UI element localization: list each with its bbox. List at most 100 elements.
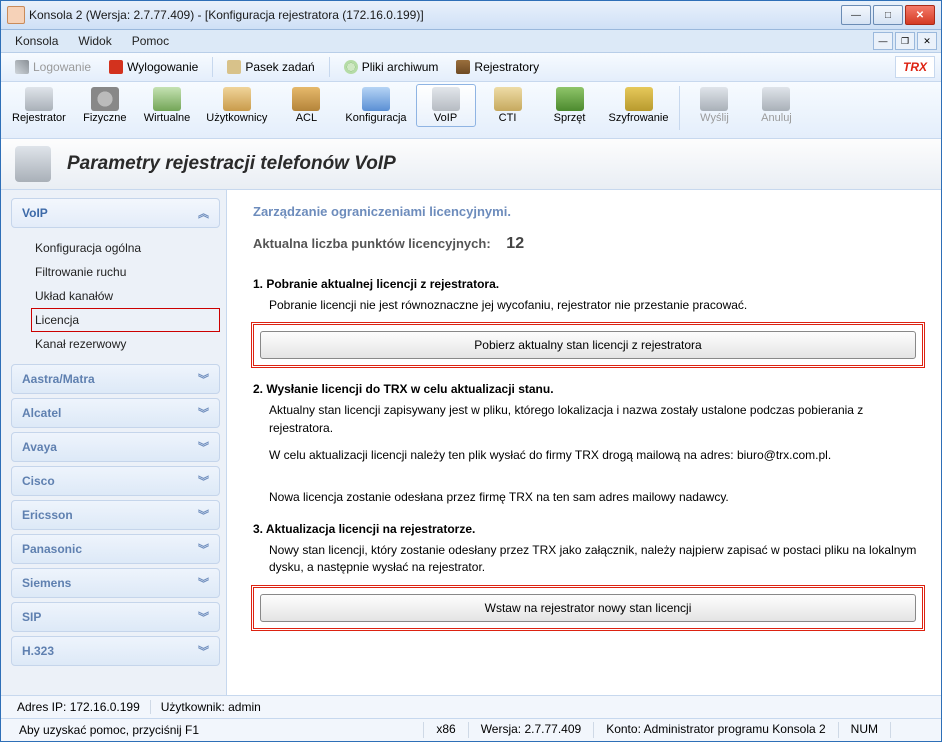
logout-button[interactable]: Wylogowanie <box>101 58 206 76</box>
acl-icon <box>292 87 320 111</box>
section-text: Nowa licencja zostanie odesłana przez fi… <box>269 489 923 506</box>
recorders-button[interactable]: Rejestratory <box>448 58 547 76</box>
content-subtitle: Zarządzanie ograniczeniami licencyjnymi. <box>253 204 923 219</box>
sidebar-item-uklad-kanalow[interactable]: Układ kanałów <box>31 284 220 308</box>
sidebar-group-voip[interactable]: VoIP ︽ <box>11 198 220 228</box>
recorder-icon <box>456 60 470 74</box>
separator <box>329 57 330 77</box>
recorders-label: Rejestratory <box>474 60 539 74</box>
sidebar-group-panasonic[interactable]: Panasonic︾ <box>11 534 220 564</box>
section-text: Nowy stan licencji, który zostanie odesł… <box>269 542 923 577</box>
toolbar-secondary: Rejestrator Fizyczne Wirtualne Użytkowni… <box>1 82 941 139</box>
tab-konfiguracja[interactable]: Konfiguracja <box>338 84 413 127</box>
sidebar-item-licencja[interactable]: Licencja <box>31 308 220 332</box>
status-bar: Aby uzyskać pomoc, przyciśnij F1 x86 Wer… <box>1 718 941 741</box>
title-bar: Konsola 2 (Wersja: 2.7.77.409) - [Konfig… <box>1 1 941 30</box>
sidebar-group-siemens[interactable]: Siemens︾ <box>11 568 220 598</box>
chevron-down-icon: ︾ <box>198 575 209 591</box>
tab-wirtualne[interactable]: Wirtualne <box>137 84 197 127</box>
sidebar-group-h323[interactable]: H.323︾ <box>11 636 220 666</box>
toolbar-primary: Logowanie Wylogowanie Pasek zadań Pliki … <box>1 53 941 82</box>
check-icon <box>700 87 728 111</box>
status-arch: x86 <box>424 722 467 738</box>
sidebar-group-aastra[interactable]: Aastra/Matra︾ <box>11 364 220 394</box>
chevron-down-icon: ︾ <box>198 439 209 455</box>
status-numlock: NUM <box>839 722 890 738</box>
section-title: 3. Aktualizacja licencji na rejestratorz… <box>253 522 923 536</box>
tab-fizyczne[interactable]: Fizyczne <box>75 84 135 127</box>
upload-license-button[interactable]: Wstaw na rejestrator nowy stan licencji <box>260 594 916 622</box>
status-resize-grip[interactable] <box>891 722 935 738</box>
sidebar-group-alcatel[interactable]: Alcatel︾ <box>11 398 220 428</box>
cd-icon <box>344 60 358 74</box>
window-title: Konsola 2 (Wersja: 2.7.77.409) - [Konfig… <box>29 8 841 22</box>
hardware-icon <box>556 87 584 111</box>
info-user: Użytkownik: admin <box>151 700 271 714</box>
separator <box>212 57 213 77</box>
sidebar-group-label: VoIP <box>22 206 48 220</box>
tab-cti[interactable]: CTI <box>478 84 538 127</box>
tab-sprzet[interactable]: Sprzęt <box>540 84 600 127</box>
chevron-down-icon: ︾ <box>198 507 209 523</box>
voip-icon <box>432 87 460 111</box>
chevron-up-icon: ︽ <box>198 205 209 221</box>
sidebar-item-konfiguracja-ogolna[interactable]: Konfiguracja ogólna <box>31 236 220 260</box>
sidebar: VoIP ︽ Konfiguracja ogólna Filtrowanie r… <box>1 190 227 695</box>
sidebar-item-kanal-rezerwowy[interactable]: Kanał rezerwowy <box>31 332 220 356</box>
tab-szyfrowanie[interactable]: Szyfrowanie <box>602 84 676 127</box>
license-count-label: Aktualna liczba punktów licencyjnych: <box>253 236 491 251</box>
users-icon <box>223 87 251 111</box>
page-title: Parametry rejestracji telefonów VoIP <box>67 153 396 175</box>
section-title: 2. Wysłanie licencji do TRX w celu aktua… <box>253 382 923 396</box>
key-icon <box>15 60 29 74</box>
menu-pomoc[interactable]: Pomoc <box>122 32 179 50</box>
chevron-down-icon: ︾ <box>198 405 209 421</box>
cancel-icon <box>762 87 790 111</box>
mdi-minimize-button[interactable]: — <box>873 32 893 50</box>
tab-rejestrator[interactable]: Rejestrator <box>5 84 73 127</box>
mdi-close-button[interactable]: ✕ <box>917 32 937 50</box>
cti-icon <box>494 87 522 111</box>
maximize-button[interactable]: □ <box>873 5 903 25</box>
close-button[interactable]: ✕ <box>905 5 935 25</box>
config-icon <box>362 87 390 111</box>
section-send-license: 2. Wysłanie licencji do TRX w celu aktua… <box>253 382 923 506</box>
info-bar: Adres IP: 172.16.0.199 Użytkownik: admin <box>1 695 941 718</box>
sidebar-group-avaya[interactable]: Avaya︾ <box>11 432 220 462</box>
mdi-restore-button[interactable]: ❐ <box>895 32 915 50</box>
sidebar-item-filtrowanie-ruchu[interactable]: Filtrowanie ruchu <box>31 260 220 284</box>
speaker-icon <box>91 87 119 111</box>
encryption-icon <box>625 87 653 111</box>
status-help: Aby uzyskać pomoc, przyciśnij F1 <box>7 723 211 737</box>
sidebar-group-ericsson[interactable]: Ericsson︾ <box>11 500 220 530</box>
info-ip: Adres IP: 172.16.0.199 <box>7 700 151 714</box>
download-license-button[interactable]: Pobierz aktualny stan licencji z rejestr… <box>260 331 916 359</box>
page-header: Parametry rejestracji telefonów VoIP <box>1 139 941 190</box>
login-button[interactable]: Logowanie <box>7 58 99 76</box>
minimize-button[interactable]: — <box>841 5 871 25</box>
taskbar-button[interactable]: Pasek zadań <box>219 58 322 76</box>
tab-uzytkownicy[interactable]: Użytkownicy <box>199 84 274 127</box>
chevron-down-icon: ︾ <box>198 371 209 387</box>
tab-acl[interactable]: ACL <box>276 84 336 127</box>
menu-widok[interactable]: Widok <box>68 32 121 50</box>
menu-konsola[interactable]: Konsola <box>5 32 68 50</box>
stop-icon <box>109 60 123 74</box>
login-label: Logowanie <box>33 60 91 74</box>
section-download-license: 1. Pobranie aktualnej licencji z rejestr… <box>253 277 923 366</box>
sidebar-group-cisco[interactable]: Cisco︾ <box>11 466 220 496</box>
section-title: 1. Pobranie aktualnej licencji z rejestr… <box>253 277 923 291</box>
section-update-license: 3. Aktualizacja licencji na rejestratorz… <box>253 522 923 629</box>
cancel-button: Anuluj <box>746 84 806 127</box>
sidebar-group-sip[interactable]: SIP︾ <box>11 602 220 632</box>
sidebar-voip-items: Konfiguracja ogólna Filtrowanie ruchu Uk… <box>11 232 220 364</box>
status-version: Wersja: 2.7.77.409 <box>469 722 594 738</box>
highlight-frame: Pobierz aktualny stan licencji z rejestr… <box>253 324 923 366</box>
tab-voip[interactable]: VoIP <box>416 84 476 127</box>
archive-files-button[interactable]: Pliki archiwum <box>336 58 447 76</box>
chevron-down-icon: ︾ <box>198 609 209 625</box>
app-icon <box>7 6 25 24</box>
taskbar-label: Pasek zadań <box>245 60 314 74</box>
page-header-icon <box>15 146 51 182</box>
virtual-icon <box>153 87 181 111</box>
